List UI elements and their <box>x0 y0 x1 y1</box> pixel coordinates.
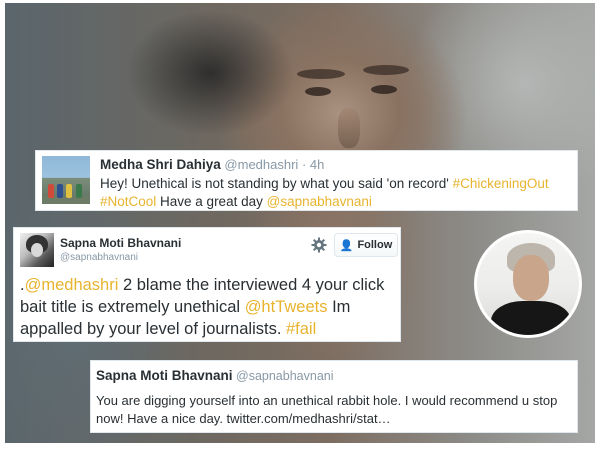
hashtag-link[interactable]: #fail <box>286 320 316 338</box>
author-name[interactable]: Sapna Moti Bhavnani <box>96 368 233 383</box>
background-photo: Medha Shri Dahiya @medhashri · 4h Hey! U… <box>5 3 595 443</box>
tweet-text: .@medhashri 2 blame the interviewed 4 yo… <box>20 274 400 340</box>
tweet-text-part: Have a great day <box>156 194 267 209</box>
author-name[interactable]: Sapna Moti Bhavnani <box>60 236 181 250</box>
portrait-face <box>513 255 549 301</box>
gear-icon[interactable] <box>311 237 327 253</box>
follow-button[interactable]: 👤 Follow <box>334 233 398 257</box>
tweet-time[interactable]: 4h <box>310 157 324 172</box>
separator: · <box>301 157 307 172</box>
add-user-icon: 👤 <box>339 239 354 252</box>
tweet-header: Sapna Moti Bhavnani @sapnabhavnani <box>96 368 334 383</box>
mention-link[interactable]: @medhashri <box>25 276 119 294</box>
mention-link[interactable]: @sapnabhavnani <box>267 194 372 209</box>
right-eyebrow <box>363 65 409 75</box>
author-handle[interactable]: @medhashri <box>224 157 298 172</box>
avatar-figure <box>76 184 82 198</box>
follow-label: Follow <box>357 239 393 251</box>
author-handle[interactable]: @sapnabhavnani <box>60 252 138 263</box>
author-handle[interactable]: @sapnabhavnani <box>236 369 334 383</box>
avatar[interactable] <box>20 233 54 267</box>
right-eye <box>371 85 397 94</box>
tweet-card-sapna-embed[interactable]: Sapna Moti Bhavnani @sapnabhavnani 👤 Fol… <box>13 227 401 342</box>
avatar-figure <box>48 184 54 198</box>
tweet-header: Medha Shri Dahiya @medhashri · 4h <box>100 157 324 172</box>
woman-portrait-photo <box>474 230 582 338</box>
avatar-face <box>31 243 43 257</box>
mention-link[interactable]: @htTweets <box>245 298 328 316</box>
nose <box>338 108 360 148</box>
tweet-card-medha[interactable]: Medha Shri Dahiya @medhashri · 4h Hey! U… <box>35 150 578 211</box>
author-name[interactable]: Medha Shri Dahiya <box>100 157 221 172</box>
hashtag-link[interactable]: #NotCool <box>100 194 156 209</box>
hashtag-link[interactable]: #ChickeningOut <box>453 176 549 191</box>
left-eye <box>305 87 331 96</box>
left-eyebrow <box>297 69 345 79</box>
tweet-text: You are digging yourself into an unethic… <box>96 393 558 426</box>
tweet-text-part: Hey! Unethical is not standing by what y… <box>100 176 453 191</box>
portrait-body <box>491 301 571 335</box>
avatar-figure <box>57 184 63 198</box>
tweet-text: Hey! Unethical is not standing by what y… <box>100 175 576 211</box>
tweet-card-sapna-reply[interactable]: Sapna Moti Bhavnani @sapnabhavnani You a… <box>90 360 578 433</box>
avatar-figure <box>66 184 72 198</box>
avatar[interactable] <box>42 156 90 204</box>
